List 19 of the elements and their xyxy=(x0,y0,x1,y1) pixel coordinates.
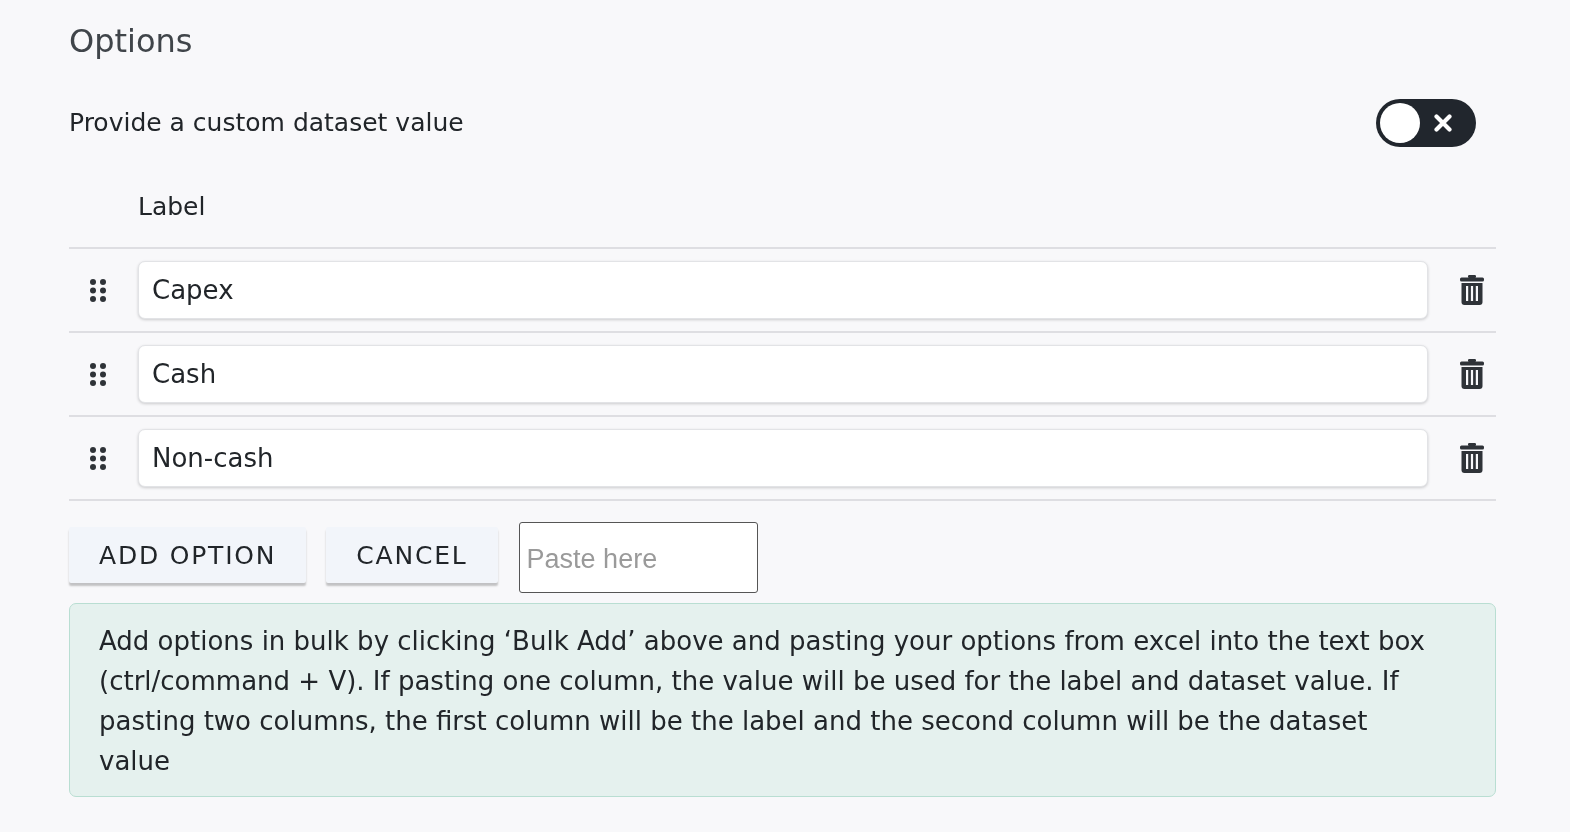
label-input[interactable]: Non-cash xyxy=(138,429,1428,487)
add-option-button[interactable]: ADD OPTION xyxy=(69,527,307,583)
label-input[interactable]: Capex xyxy=(138,261,1428,319)
section-title: Options xyxy=(69,21,194,62)
info-message: Add options in bulk by clicking ‘Bulk Add’ above and pasting your options from excel into the text box (ctrl/command + V). If pasting one column, the value will be used for the label and dataset value. If pasting two columns, the first column will be the label and the second column will be the dataset value xyxy=(69,603,1496,797)
cancel-button[interactable]: CANCEL xyxy=(326,527,498,583)
trash-icon[interactable] xyxy=(1460,359,1484,389)
trash-icon[interactable] xyxy=(1460,275,1484,305)
toggle-switch[interactable] xyxy=(1376,99,1476,147)
paste-field[interactable]: Paste here xyxy=(518,522,758,593)
drag-handle-icon[interactable] xyxy=(90,362,106,386)
toggle-knob xyxy=(1380,103,1420,143)
drag-handle-icon[interactable] xyxy=(90,278,106,302)
drag-handle-icon[interactable] xyxy=(90,446,106,470)
setting-label: Provide a custom dataset value xyxy=(69,107,464,139)
column-header: Label xyxy=(138,191,206,223)
trash-icon[interactable] xyxy=(1460,443,1484,473)
label-input[interactable]: Cash xyxy=(138,345,1428,403)
cross-icon xyxy=(1434,114,1452,132)
